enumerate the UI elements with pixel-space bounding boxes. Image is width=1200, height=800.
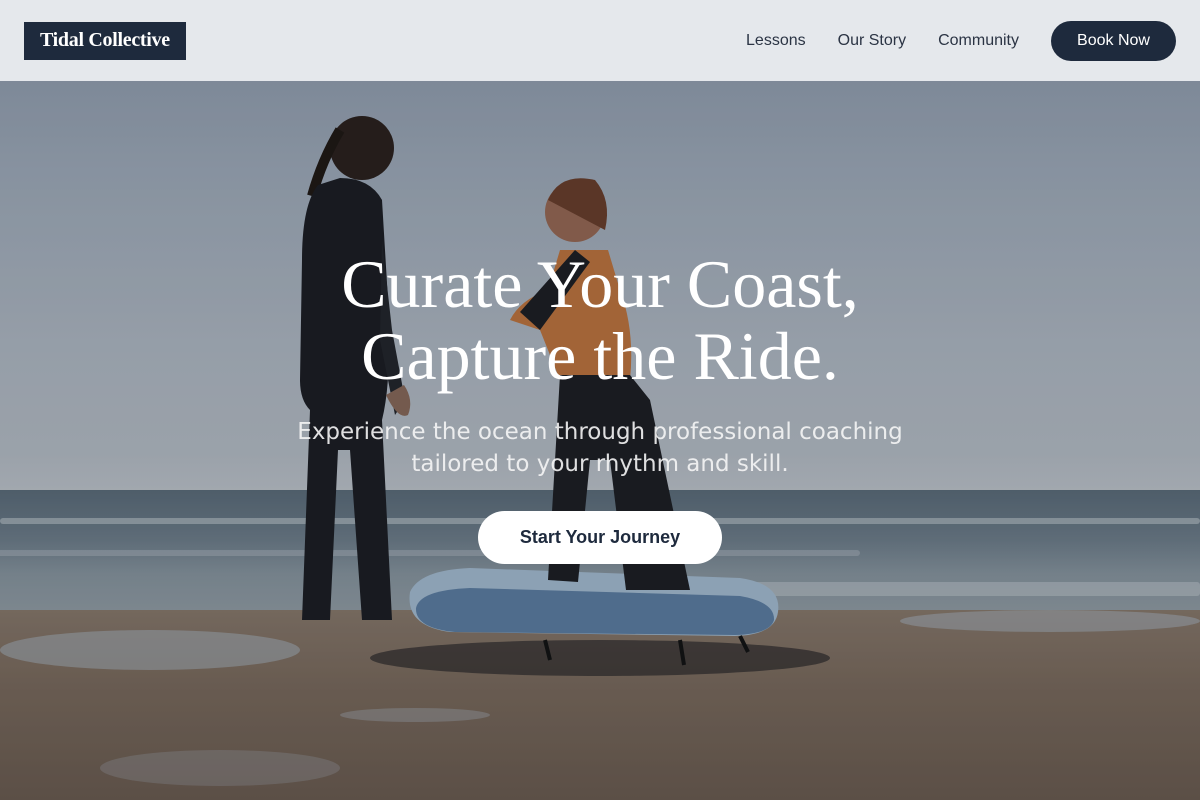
main-nav: Lessons Our Story Community Book Now <box>746 20 1176 61</box>
hero-subtext-line2: tailored to your rhythm and skill. <box>411 451 789 477</box>
hero-headline-line1: Curate Your Coast, <box>341 246 859 322</box>
nav-link-our-story[interactable]: Our Story <box>838 32 906 50</box>
hero-subtext: Experience the ocean through professiona… <box>0 416 1200 480</box>
brand-logo[interactable]: Tidal Collective <box>24 21 186 60</box>
nav-link-lessons[interactable]: Lessons <box>746 32 806 50</box>
hero-headline: Curate Your Coast, Capture the Ride. <box>0 248 1200 392</box>
nav-link-community[interactable]: Community <box>938 32 1019 50</box>
site-header: Tidal Collective Lessons Our Story Commu… <box>0 0 1200 81</box>
book-now-button[interactable]: Book Now <box>1051 20 1176 61</box>
start-journey-button[interactable]: Start Your Journey <box>478 511 722 564</box>
hero-subtext-line1: Experience the ocean through professiona… <box>297 419 903 445</box>
hero-section: Curate Your Coast, Capture the Ride. Exp… <box>0 248 1200 564</box>
hero-headline-line2: Capture the Ride. <box>361 318 839 394</box>
